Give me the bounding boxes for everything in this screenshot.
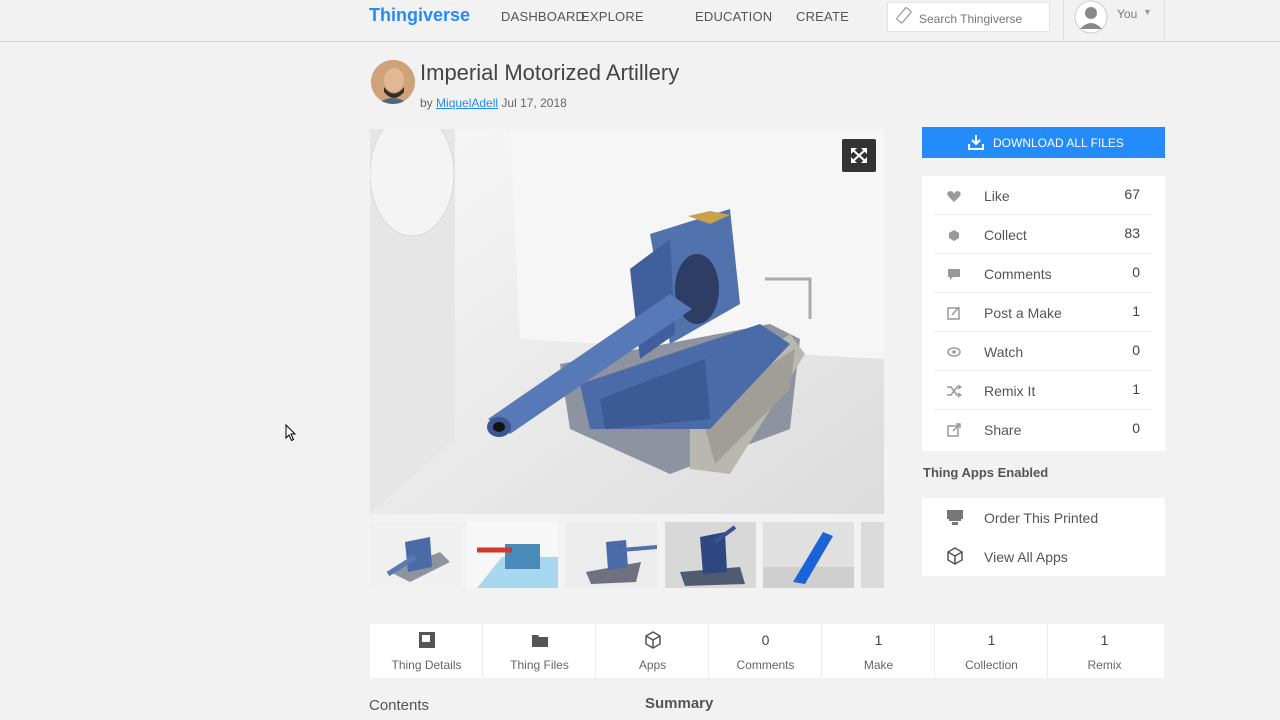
stat-label: Watch <box>984 344 1024 360</box>
user-label: You <box>1117 7 1138 21</box>
tab-label: Remix <box>1087 658 1122 672</box>
shuffle-icon <box>947 384 962 398</box>
stat-label: Collect <box>984 227 1027 243</box>
thumbnail-2[interactable] <box>467 522 558 588</box>
tab-label: Thing Details <box>391 658 462 672</box>
mouse-cursor-icon <box>285 424 297 442</box>
byline: by MiquelAdell Jul 17, 2018 <box>420 96 567 110</box>
author-avatar[interactable] <box>371 60 415 104</box>
main-image[interactable] <box>370 129 884 514</box>
tab-count: 1 <box>1100 632 1109 648</box>
app-label: Order This Printed <box>984 510 1099 526</box>
nav-explore[interactable]: EXPLORE <box>581 9 644 24</box>
nav-create[interactable]: CREATE <box>796 9 849 24</box>
tab-label: Thing Files <box>510 658 569 672</box>
thumbnail-1[interactable] <box>370 522 461 588</box>
post-make-icon <box>947 306 960 320</box>
tab-thing-files[interactable]: Thing Files <box>483 624 596 678</box>
stat-remix-it[interactable]: Remix It 1 <box>934 371 1152 410</box>
app-label: View All Apps <box>984 549 1068 565</box>
tab-thing-details[interactable]: Thing Details <box>370 624 483 678</box>
stat-label: Share <box>984 422 1022 438</box>
stat-count: 0 <box>1132 420 1140 436</box>
thumbnail-4[interactable] <box>665 522 756 588</box>
heart-icon <box>947 191 961 202</box>
stat-comments[interactable]: Comments 0 <box>934 254 1152 293</box>
thumbnail-5[interactable] <box>763 522 854 588</box>
stat-count: 67 <box>1124 186 1140 202</box>
tab-label: Make <box>863 658 894 672</box>
cube-icon <box>645 631 661 649</box>
tab-make[interactable]: 1 Make <box>822 624 935 678</box>
user-menu[interactable]: You ▼ <box>1063 0 1165 40</box>
app-order-printed[interactable]: Order This Printed <box>934 498 1152 537</box>
tab-count: 1 <box>874 632 883 648</box>
nav-education[interactable]: EDUCATION <box>695 9 772 24</box>
tab-collection[interactable]: 1 Collection <box>935 624 1048 678</box>
tab-comments[interactable]: 0 Comments <box>709 624 822 678</box>
thumbnail-6[interactable] <box>861 522 884 588</box>
tab-count: 1 <box>987 632 996 648</box>
nav-dashboard[interactable]: DASHBOARD <box>501 9 585 24</box>
stat-count: 0 <box>1132 342 1140 358</box>
stat-label: Comments <box>984 266 1052 282</box>
share-icon <box>947 423 961 437</box>
publish-date: Jul 17, 2018 <box>501 96 567 110</box>
stat-post-a-make[interactable]: Post a Make 1 <box>934 293 1152 332</box>
apps-panel: Order This Printed View All Apps <box>922 498 1165 576</box>
stat-label: Like <box>984 188 1010 204</box>
stat-collect[interactable]: Collect 83 <box>934 215 1152 254</box>
stat-count: 1 <box>1132 381 1140 397</box>
stat-like[interactable]: Like 67 <box>934 176 1152 215</box>
stat-label: Remix It <box>984 383 1036 399</box>
tab-label: Comments <box>736 658 795 672</box>
byline-by: by <box>420 96 433 110</box>
author-link[interactable]: MiquelAdell <box>436 96 498 110</box>
top-nav: Thingiverse DASHBOARD EXPLORE EDUCATION … <box>0 0 1280 42</box>
thingiverse-logo[interactable]: Thingiverse <box>369 5 470 26</box>
tab-label: Collection <box>965 658 1018 672</box>
stats-panel: Like 67 Collect 83 Comments 0 Post a Mak… <box>922 176 1165 451</box>
thing-details-icon <box>419 632 435 648</box>
app-view-all[interactable]: View All Apps <box>934 537 1152 576</box>
cube-icon <box>947 547 963 565</box>
tab-count: 0 <box>761 632 770 648</box>
summary-heading: Summary <box>645 695 714 712</box>
download-all-files-button[interactable]: DOWNLOAD ALL FILES <box>922 127 1165 158</box>
contents-heading: Contents <box>369 697 430 714</box>
thing-tabs: Thing Details Thing Files Apps 0 Comment… <box>370 624 1164 678</box>
stat-share[interactable]: Share 0 <box>934 410 1152 449</box>
download-label: DOWNLOAD ALL FILES <box>993 136 1124 150</box>
tab-remix[interactable]: 1 Remix <box>1048 624 1164 678</box>
chevron-down-icon: ▼ <box>1143 7 1152 17</box>
thumbnail-3[interactable] <box>566 522 657 588</box>
user-avatar-icon <box>1074 0 1108 34</box>
download-icon <box>968 135 984 150</box>
collect-icon <box>949 230 959 241</box>
comments-icon <box>948 269 960 280</box>
expand-icon <box>851 148 867 163</box>
search-input[interactable]: Search Thingiverse <box>887 2 1050 32</box>
stat-count: 1 <box>1132 303 1140 319</box>
thing-title: Imperial Motorized Artillery <box>420 60 680 85</box>
fullscreen-button[interactable] <box>842 139 876 172</box>
folder-icon <box>532 635 548 647</box>
tab-apps[interactable]: Apps <box>596 624 709 678</box>
search-placeholder: Search Thingiverse <box>919 12 1023 26</box>
tab-label: Apps <box>638 658 667 672</box>
stat-count: 83 <box>1124 225 1140 241</box>
apps-heading: Thing Apps Enabled <box>923 465 1049 480</box>
eye-icon <box>947 347 961 357</box>
stat-count: 0 <box>1132 264 1140 280</box>
stat-label: Post a Make <box>984 305 1062 321</box>
search-icon <box>896 7 912 24</box>
printer-icon <box>947 510 963 525</box>
stat-watch[interactable]: Watch 0 <box>934 332 1152 371</box>
